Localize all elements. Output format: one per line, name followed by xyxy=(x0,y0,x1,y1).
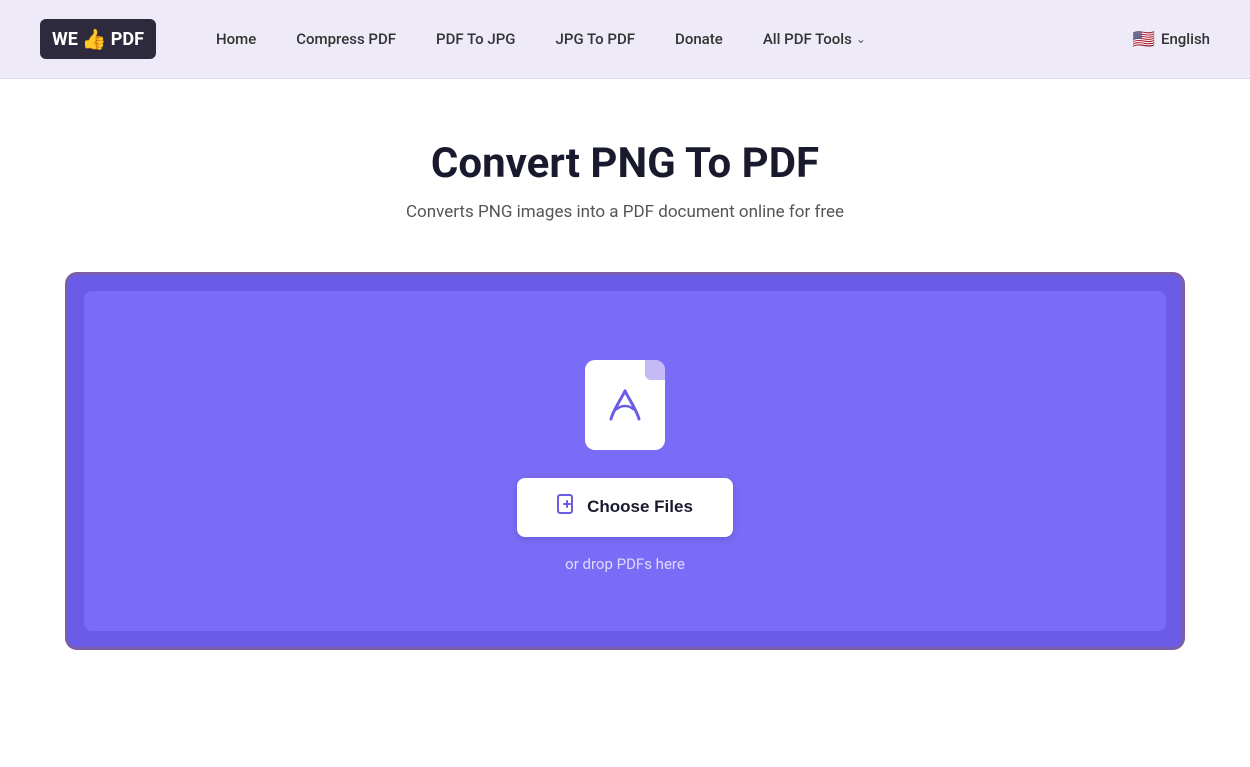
nav-jpg-to-pdf[interactable]: JPG To PDF xyxy=(556,30,636,48)
nav-all-pdf-tools[interactable]: All PDF Tools ⌄ xyxy=(763,30,866,48)
drop-text: or drop PDFs here xyxy=(565,555,685,573)
drop-zone-outer[interactable]: Choose Files or drop PDFs here xyxy=(65,272,1185,650)
flag-icon: 🇺🇸 xyxy=(1133,29,1155,50)
acrobat-icon xyxy=(585,360,665,450)
main-nav: Home Compress PDF PDF To JPG JPG To PDF … xyxy=(216,30,1133,48)
nav-home[interactable]: Home xyxy=(216,30,256,48)
logo-we-text: WE xyxy=(52,29,78,50)
logo-pdf-text: PDF xyxy=(111,29,144,50)
main-content: Convert PNG To PDF Converts PNG images i… xyxy=(0,79,1250,767)
logo[interactable]: WE 👍 PDF xyxy=(40,19,156,59)
choose-files-label: Choose Files xyxy=(587,497,693,517)
pdf-file-icon xyxy=(585,360,665,450)
drop-zone-inner[interactable]: Choose Files or drop PDFs here xyxy=(84,291,1166,631)
nav-compress-pdf[interactable]: Compress PDF xyxy=(296,30,396,48)
file-plus-icon xyxy=(557,494,577,521)
page-subtitle: Converts PNG images into a PDF document … xyxy=(406,202,844,222)
choose-files-button[interactable]: Choose Files xyxy=(517,478,733,537)
chevron-down-icon: ⌄ xyxy=(856,32,866,46)
pdf-icon-container xyxy=(585,360,665,450)
page-title: Convert PNG To PDF xyxy=(431,139,819,188)
logo-thumb-icon: 👍 xyxy=(82,27,107,51)
nav-donate[interactable]: Donate xyxy=(675,30,723,48)
language-selector[interactable]: 🇺🇸 English xyxy=(1133,29,1210,50)
language-label: English xyxy=(1161,30,1210,48)
nav-pdf-to-jpg[interactable]: PDF To JPG xyxy=(436,30,516,48)
header: WE 👍 PDF Home Compress PDF PDF To JPG JP… xyxy=(0,0,1250,79)
